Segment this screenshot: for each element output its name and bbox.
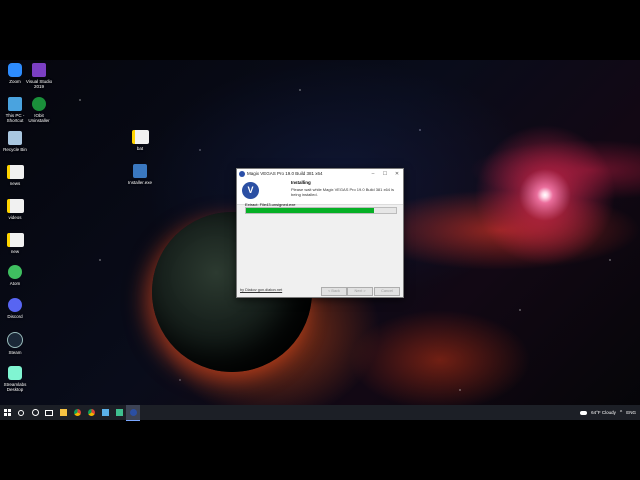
- cloud-icon: [580, 410, 588, 415]
- recycle-bin-icon: [8, 131, 22, 145]
- cancel-button[interactable]: Cancel: [374, 287, 400, 296]
- progress-fill: [246, 208, 374, 213]
- desktop-icon-visual-studio[interactable]: Visual Studio 2019: [24, 63, 54, 89]
- maximize-button[interactable]: ☐: [379, 171, 391, 177]
- cortana-button[interactable]: [28, 405, 42, 420]
- desktop-icon-installer[interactable]: Installer.exe: [125, 164, 155, 185]
- dialog-titlebar[interactable]: Magix VEGAS Pro 19.0 Build 381 x64 – ☐ ✕: [237, 169, 403, 178]
- progress-bar: [245, 207, 397, 214]
- desktop-icon-news[interactable]: news: [0, 165, 30, 186]
- vegas-icon: [129, 408, 137, 416]
- cortana-icon: [31, 409, 39, 416]
- desktop-icon-streamlabs[interactable]: Streamlabs Desktop: [0, 366, 30, 392]
- file-icon: [6, 165, 24, 179]
- chrome-icon: [87, 409, 95, 416]
- desktop-icon-new[interactable]: new: [0, 233, 30, 254]
- atom-icon: [8, 265, 22, 279]
- file-icon: [6, 233, 24, 247]
- minimize-button[interactable]: –: [367, 171, 379, 177]
- streamlabs-icon: [8, 366, 22, 380]
- taskbar-app-2[interactable]: [112, 405, 126, 420]
- install-description: Please wait while Magix VEGAS Pro 19.0 B…: [291, 187, 394, 197]
- taskbar-vegas[interactable]: [126, 404, 140, 421]
- taskbar-app[interactable]: [98, 405, 112, 420]
- back-button[interactable]: < Back: [321, 287, 347, 296]
- folder-icon: [59, 409, 67, 416]
- taskbar: 64°F Cloudy ^ ENG: [0, 404, 640, 421]
- tray-chevron[interactable]: ^: [620, 410, 622, 416]
- language-indicator[interactable]: ENG: [626, 410, 636, 415]
- dialog-title: Magix VEGAS Pro 19.0 Build 381 x64: [247, 171, 323, 176]
- zoom-icon: [8, 63, 22, 77]
- vegas-logo-icon: V: [242, 182, 259, 199]
- system-tray: 64°F Cloudy ^ ENG: [580, 410, 640, 416]
- next-button[interactable]: Next >: [347, 287, 373, 296]
- search-icon: [18, 409, 24, 416]
- install-heading: Installing: [291, 180, 311, 185]
- dialog-header: V Installing Please wait while Magix VEG…: [237, 178, 403, 205]
- desktop-icon-iobit[interactable]: IObit Uninstaller: [24, 97, 54, 123]
- desktop-icon-atom[interactable]: Atom: [0, 265, 30, 286]
- installer-dialog: Magix VEGAS Pro 19.0 Build 381 x64 – ☐ ✕…: [236, 168, 404, 298]
- close-button[interactable]: ✕: [391, 171, 403, 177]
- vegas-app-icon: [239, 170, 245, 177]
- brand-link[interactable]: by Diakov gon.diakov.net: [240, 288, 282, 292]
- installer-icon: [133, 164, 147, 178]
- visual-studio-icon: [32, 63, 46, 77]
- app-icon: [101, 409, 109, 416]
- taskbar-chrome[interactable]: [70, 405, 84, 420]
- search-button[interactable]: [14, 405, 28, 420]
- weather-text[interactable]: 64°F Cloudy: [591, 410, 616, 415]
- file-icon: [131, 130, 149, 144]
- desktop-icon-recycle-bin[interactable]: Recycle Bin: [0, 131, 30, 152]
- chrome-icon: [73, 409, 81, 416]
- start-button[interactable]: [0, 405, 14, 420]
- task-view-button[interactable]: [42, 405, 56, 420]
- windows-icon: [3, 409, 11, 416]
- desktop-icon-steam[interactable]: Steam: [0, 332, 30, 355]
- uninstaller-icon: [32, 97, 46, 111]
- app-icon: [115, 409, 123, 416]
- taskbar-chrome-2[interactable]: [84, 405, 98, 420]
- file-icon: [6, 199, 24, 213]
- discord-icon: [8, 298, 22, 312]
- taskbar-explorer[interactable]: [56, 405, 70, 420]
- task-view-icon: [45, 409, 53, 416]
- desktop-icon-bat[interactable]: bat: [125, 130, 155, 151]
- computer-icon: [8, 97, 22, 111]
- steam-icon: [7, 332, 23, 348]
- desktop-icon-discord[interactable]: Discord: [0, 298, 30, 319]
- desktop-icon-videos[interactable]: videos: [0, 199, 30, 220]
